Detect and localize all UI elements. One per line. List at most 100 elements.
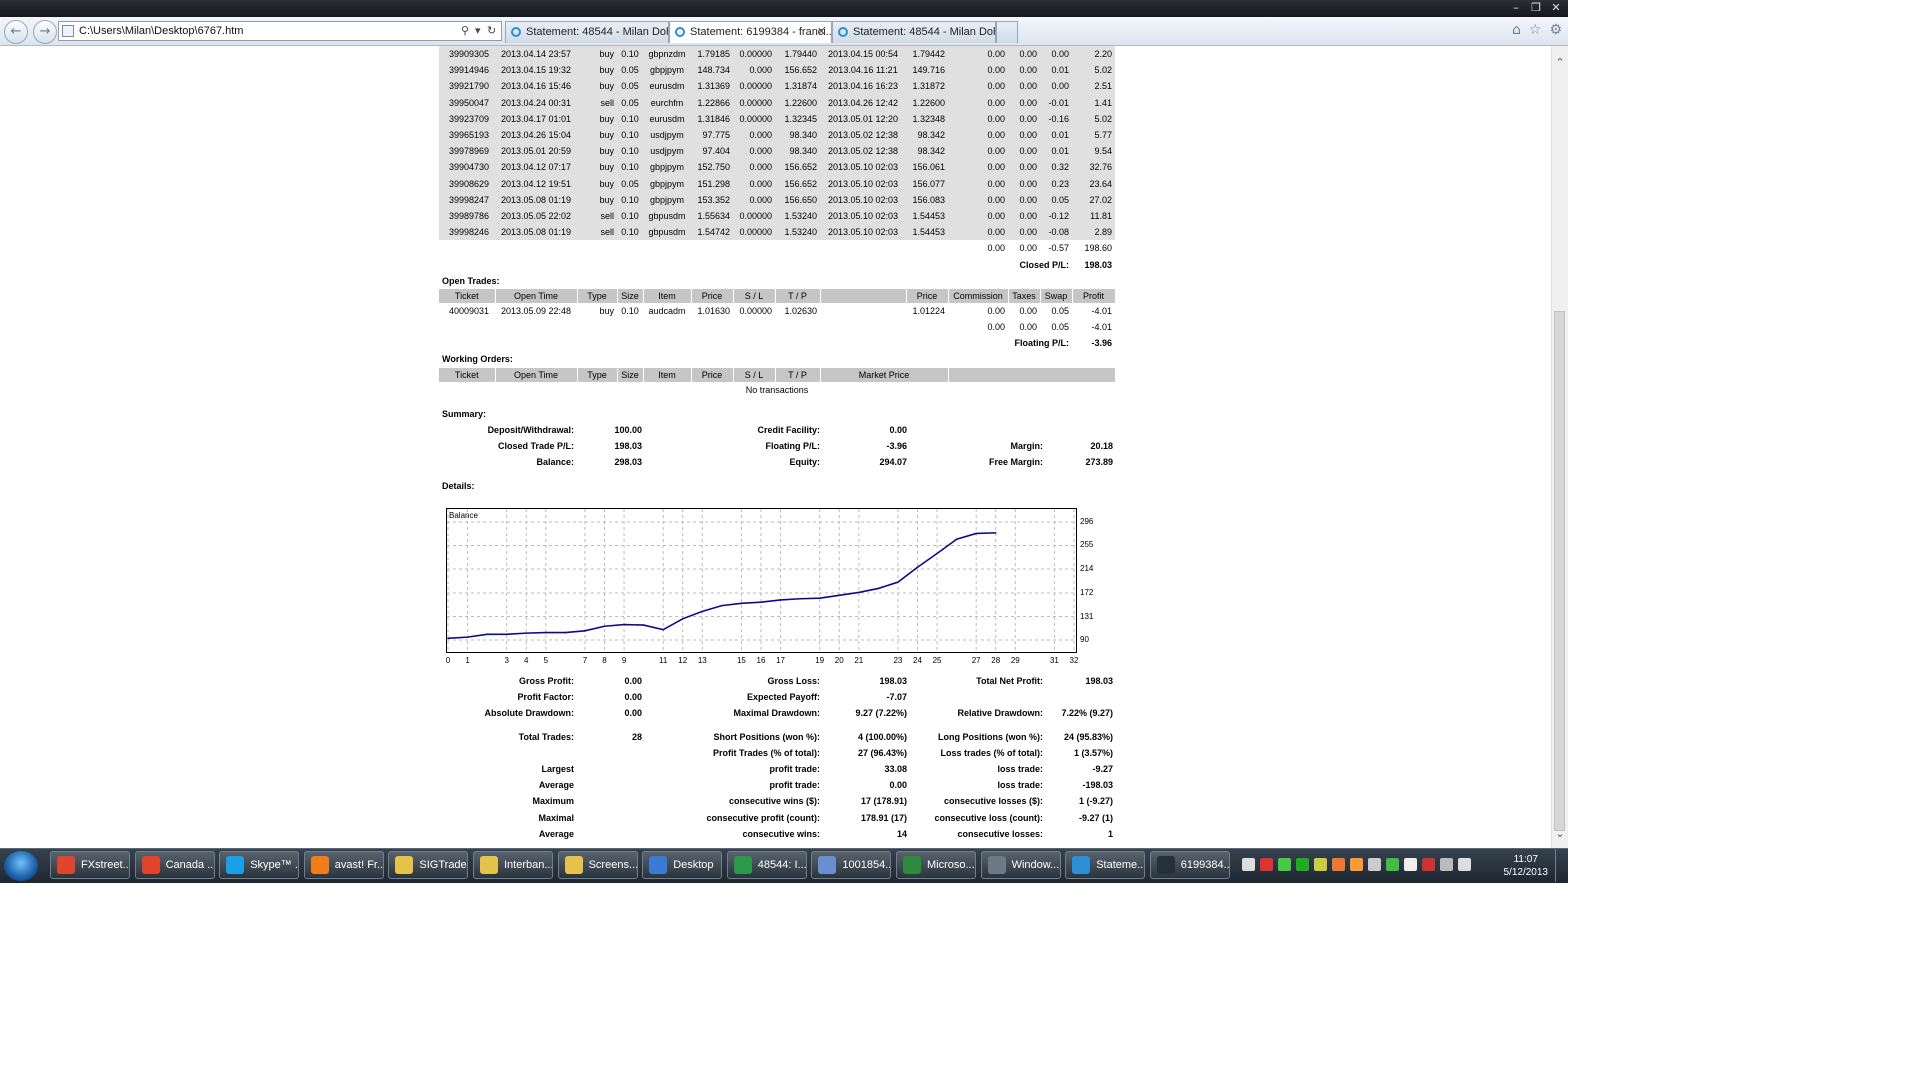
cell-item: gbpjpym (643, 175, 691, 192)
scroll-up-icon[interactable]: ⌃ (1552, 56, 1568, 69)
cell-open-time: 2013.05.01 20:59 (495, 143, 577, 160)
close-icon[interactable]: ✕ (1546, 0, 1566, 15)
cell-commission: 0.00 (948, 224, 1008, 241)
chevron-down-icon[interactable]: ▾ (475, 22, 481, 40)
cell-profit: 1.41 (1072, 94, 1115, 111)
cell-profit: 5.77 (1072, 126, 1115, 144)
closed-transactions-table: 39909305 2013.04.14 23:57 buy 0.10 gbpnzdm 1.… (439, 46, 1116, 398)
gross-profit-value: 0.00 (624, 676, 642, 686)
cell-close-time: 2013.05.02 12:38 (820, 143, 906, 160)
tray-icon[interactable] (1314, 858, 1327, 871)
closed-taxes-total: 0.00 (1019, 243, 1037, 254)
tab-statement-48544[interactable]: Statement: 48544 - Milan Dohnal (505, 21, 669, 43)
col-item: Item (643, 367, 692, 382)
x-tick-label: 25 (932, 656, 942, 665)
new-tab-button[interactable] (996, 21, 1018, 43)
tray-icon[interactable] (1260, 858, 1273, 871)
tray-icon[interactable] (1332, 858, 1345, 871)
taskbar-button[interactable]: Canada ... (134, 851, 215, 879)
cell-profit: 5.02 (1072, 62, 1115, 79)
open-swap-total: 0.05 (1051, 322, 1069, 333)
cell-taxes: 0.00 (1008, 94, 1040, 111)
taskbar-button[interactable]: avast! Fr... (303, 851, 384, 879)
tray-icon[interactable] (1242, 858, 1255, 871)
gear-icon[interactable]: ⚙ (1549, 22, 1562, 38)
taskbar-button[interactable]: Desktop (642, 851, 723, 879)
cell-tp: 98.340 (775, 126, 820, 144)
col-price: Price (691, 367, 734, 382)
back-icon[interactable]: ← (4, 20, 28, 44)
cell-sl: 0.000 (733, 191, 775, 208)
tray-icon[interactable] (1404, 858, 1417, 871)
tab-label: Statement: 48544 - Milan Dohnal (853, 26, 995, 38)
taskbar-button[interactable]: FXstreet... (50, 851, 130, 879)
restore-icon[interactable]: ❐ (1526, 0, 1546, 15)
cell-close-time: 2013.05.10 02:03 (820, 207, 906, 225)
page-content: 39909305 2013.04.14 23:57 buy 0.10 gbpnzdm 1.… (0, 46, 1552, 848)
x-tick-label: 32 (1069, 656, 1079, 665)
taskbar-button[interactable]: 6199384... (1149, 851, 1230, 879)
tray-icon[interactable] (1278, 858, 1291, 871)
taskbar-button[interactable]: Interban... (473, 851, 553, 879)
clock[interactable]: 11:07 5/12/2013 (1504, 853, 1549, 879)
app-icon (226, 856, 245, 874)
close-tab-icon[interactable]: ✕ (817, 22, 826, 43)
tray-icon[interactable] (1386, 858, 1399, 871)
taskbar-button[interactable]: SIGTrader (388, 851, 469, 879)
balance-point (584, 630, 586, 632)
x-tick-label: 15 (736, 656, 746, 665)
taskbar-button-label: Screens... (588, 859, 638, 871)
x-tick-label: 8 (602, 656, 607, 665)
scroll-down-icon[interactable]: ⌄ (1552, 827, 1568, 840)
cell-tp: 1.79440 (775, 46, 820, 63)
taskbar-button[interactable]: 48544: I... (726, 851, 807, 879)
x-tick-label: 29 (1010, 656, 1020, 665)
credit-label: Credit Facility: (757, 424, 820, 435)
cell-swap: 0.05 (1051, 305, 1069, 316)
tray-icon[interactable] (1296, 858, 1309, 871)
open-commission-total: 0.00 (987, 322, 1005, 333)
taskbar-button[interactable]: Screens... (557, 851, 638, 879)
show-desktop-button[interactable] (1555, 849, 1568, 882)
cell-swap: 0.01 (1040, 126, 1072, 144)
favorites-star-icon[interactable]: ☆ (1529, 22, 1542, 38)
taskbar-button-label: 1001854... (842, 859, 892, 871)
tray-icon[interactable] (1350, 858, 1363, 871)
flag-icon[interactable] (1422, 858, 1435, 871)
largest-loss-value: -9.27 (1092, 763, 1113, 774)
cell-close-price: 1.79442 (906, 46, 948, 63)
x-tick-label: 7 (582, 656, 588, 665)
cell-price: 1.55634 (691, 207, 733, 225)
tab-statement-48544-2[interactable]: Statement: 48544 - Milan Dohnal (832, 21, 996, 43)
volume-icon[interactable] (1458, 858, 1471, 871)
taskbar-button[interactable]: Stateme... (1065, 851, 1146, 879)
taskbar-button[interactable]: 1001854... (811, 851, 892, 879)
network-icon[interactable] (1440, 858, 1453, 871)
scrollbar-thumb[interactable] (1554, 311, 1565, 831)
taskbar-button[interactable]: Skype™ ... (219, 851, 300, 879)
tab-statement-6199384[interactable]: Statement: 6199384 - franci... ✕ (669, 21, 832, 43)
cell-close-price: 98.342 (906, 143, 948, 160)
max-consecutive-profit-value: 178.91 (17) (860, 812, 907, 823)
address-url[interactable]: C:\Users\Milan\Desktop\6767.htm (79, 22, 243, 40)
cell-taxes: 0.00 (1008, 143, 1040, 160)
gross-profit-label: Gross Profit: (518, 676, 574, 686)
largest-loss-label: loss trade: (997, 763, 1043, 774)
tray-icon[interactable] (1368, 858, 1381, 871)
y-tick-label: 131 (1080, 611, 1094, 621)
address-bar[interactable]: C:\Users\Milan\Desktop\6767.htm ⚲ ▾ ↻ (58, 21, 502, 41)
forward-icon[interactable]: → (33, 20, 57, 44)
app-icon (649, 856, 668, 874)
cell-sl: 0.000 (733, 175, 775, 192)
absolute-drawdown-label: Absolute Drawdown: (484, 708, 575, 719)
search-icon[interactable]: ⚲ (461, 22, 469, 40)
refresh-icon[interactable]: ↻ (487, 22, 496, 40)
minimize-icon[interactable]: – (1506, 0, 1526, 15)
taskbar-button[interactable]: Microso... (896, 851, 976, 879)
balance-chart: Balance (446, 508, 1077, 653)
home-icon[interactable]: ⌂ (1512, 22, 1521, 38)
start-button[interactable] (4, 851, 38, 881)
cell-type: sell (577, 94, 617, 111)
vertical-scrollbar[interactable]: ⌃ ⌄ (1551, 46, 1568, 848)
taskbar-button[interactable]: Window... (980, 851, 1061, 879)
